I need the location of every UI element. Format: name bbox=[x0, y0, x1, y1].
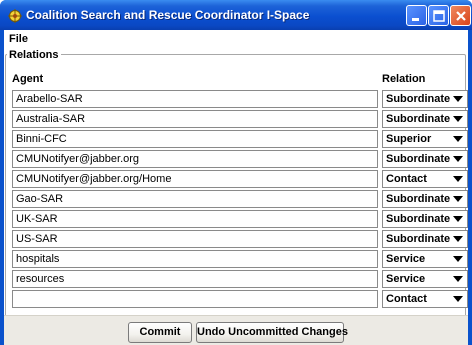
relation-row: Contact bbox=[12, 290, 468, 308]
relation-dropdown[interactable]: Service bbox=[382, 250, 468, 268]
maximize-icon bbox=[433, 10, 445, 22]
chevron-down-icon bbox=[453, 96, 463, 102]
minimize-icon bbox=[412, 18, 419, 21]
relation-value: Subordinate bbox=[386, 233, 451, 245]
title-bar[interactable]: Coalition Search and Rescue Coordinator … bbox=[0, 0, 472, 30]
relation-row: UK-SAR Subordinate bbox=[12, 210, 468, 228]
relation-row: Australia-SAR Subordinate bbox=[12, 110, 468, 128]
agent-field[interactable] bbox=[12, 290, 378, 308]
agent-field[interactable]: resources bbox=[12, 270, 378, 288]
relation-dropdown[interactable]: Subordinate bbox=[382, 230, 468, 248]
chevron-down-icon bbox=[453, 276, 463, 282]
client-area: File Relations Agent Relation Arabello-S… bbox=[4, 30, 468, 345]
agent-field[interactable]: Arabello-SAR bbox=[12, 90, 378, 108]
maximize-button[interactable] bbox=[428, 5, 449, 26]
chevron-down-icon bbox=[453, 156, 463, 162]
undo-uncommitted-changes-button[interactable]: Undo Uncommitted Changes bbox=[196, 322, 348, 343]
relation-row: resources Service bbox=[12, 270, 468, 288]
chevron-down-icon bbox=[453, 196, 463, 202]
relation-dropdown[interactable]: Subordinate bbox=[382, 150, 468, 168]
relation-value: Contact bbox=[386, 173, 427, 185]
app-icon bbox=[8, 9, 22, 23]
relation-value: Subordinate bbox=[386, 153, 451, 165]
agent-field[interactable]: hospitals bbox=[12, 250, 378, 268]
chevron-down-icon bbox=[453, 116, 463, 122]
chevron-down-icon bbox=[453, 296, 463, 302]
relation-dropdown[interactable]: Subordinate bbox=[382, 190, 468, 208]
relation-dropdown[interactable]: Subordinate bbox=[382, 110, 468, 128]
button-bar: Commit Undo Uncommitted Changes bbox=[4, 315, 468, 345]
menu-bar: File bbox=[4, 30, 468, 48]
relation-value: Subordinate bbox=[386, 93, 451, 105]
relation-row: hospitals Service bbox=[12, 250, 468, 268]
agent-field[interactable]: UK-SAR bbox=[12, 210, 378, 228]
minimize-button[interactable] bbox=[406, 5, 427, 26]
agent-field[interactable]: US-SAR bbox=[12, 230, 378, 248]
relation-dropdown[interactable]: Subordinate bbox=[382, 210, 468, 228]
relation-dropdown[interactable]: Contact bbox=[382, 290, 468, 308]
chevron-down-icon bbox=[453, 236, 463, 242]
column-header-relation: Relation bbox=[382, 73, 426, 85]
agent-field[interactable]: CMUNotifyer@jabber.org/Home bbox=[12, 170, 378, 188]
close-icon bbox=[456, 11, 466, 21]
relation-row: US-SAR Subordinate bbox=[12, 230, 468, 248]
relation-value: Subordinate bbox=[386, 113, 451, 125]
relation-value: Subordinate bbox=[386, 193, 451, 205]
agent-field[interactable]: CMUNotifyer@jabber.org bbox=[12, 150, 378, 168]
relation-value: Service bbox=[386, 273, 426, 285]
chevron-down-icon bbox=[453, 216, 463, 222]
commit-button[interactable]: Commit bbox=[128, 322, 192, 343]
relation-row: Arabello-SAR Subordinate bbox=[12, 90, 468, 108]
relation-value: Service bbox=[386, 253, 426, 265]
relation-row: CMUNotifyer@jabber.org Subordinate bbox=[12, 150, 468, 168]
window-title: Coalition Search and Rescue Coordinator … bbox=[26, 8, 310, 22]
chevron-down-icon bbox=[453, 176, 463, 182]
chevron-down-icon bbox=[453, 256, 463, 262]
agent-field[interactable]: Gao-SAR bbox=[12, 190, 378, 208]
relation-dropdown[interactable]: Superior bbox=[382, 130, 468, 148]
relation-dropdown[interactable]: Subordinate bbox=[382, 90, 468, 108]
relation-value: Superior bbox=[386, 133, 432, 145]
agent-field[interactable]: Binni-CFC bbox=[12, 130, 378, 148]
relations-legend: Relations bbox=[7, 49, 61, 61]
relation-value: Contact bbox=[386, 293, 427, 305]
relation-value: Subordinate bbox=[386, 213, 451, 225]
relation-row: CMUNotifyer@jabber.org/Home Contact bbox=[12, 170, 468, 188]
menu-file[interactable]: File bbox=[9, 32, 28, 46]
chevron-down-icon bbox=[453, 136, 463, 142]
column-header-agent: Agent bbox=[12, 73, 44, 85]
close-button[interactable] bbox=[450, 5, 471, 26]
app-window: Coalition Search and Rescue Coordinator … bbox=[0, 0, 472, 345]
relation-row: Binni-CFC Superior bbox=[12, 130, 468, 148]
relation-dropdown[interactable]: Service bbox=[382, 270, 468, 288]
relation-row: Gao-SAR Subordinate bbox=[12, 190, 468, 208]
relation-dropdown[interactable]: Contact bbox=[382, 170, 468, 188]
agent-field[interactable]: Australia-SAR bbox=[12, 110, 378, 128]
